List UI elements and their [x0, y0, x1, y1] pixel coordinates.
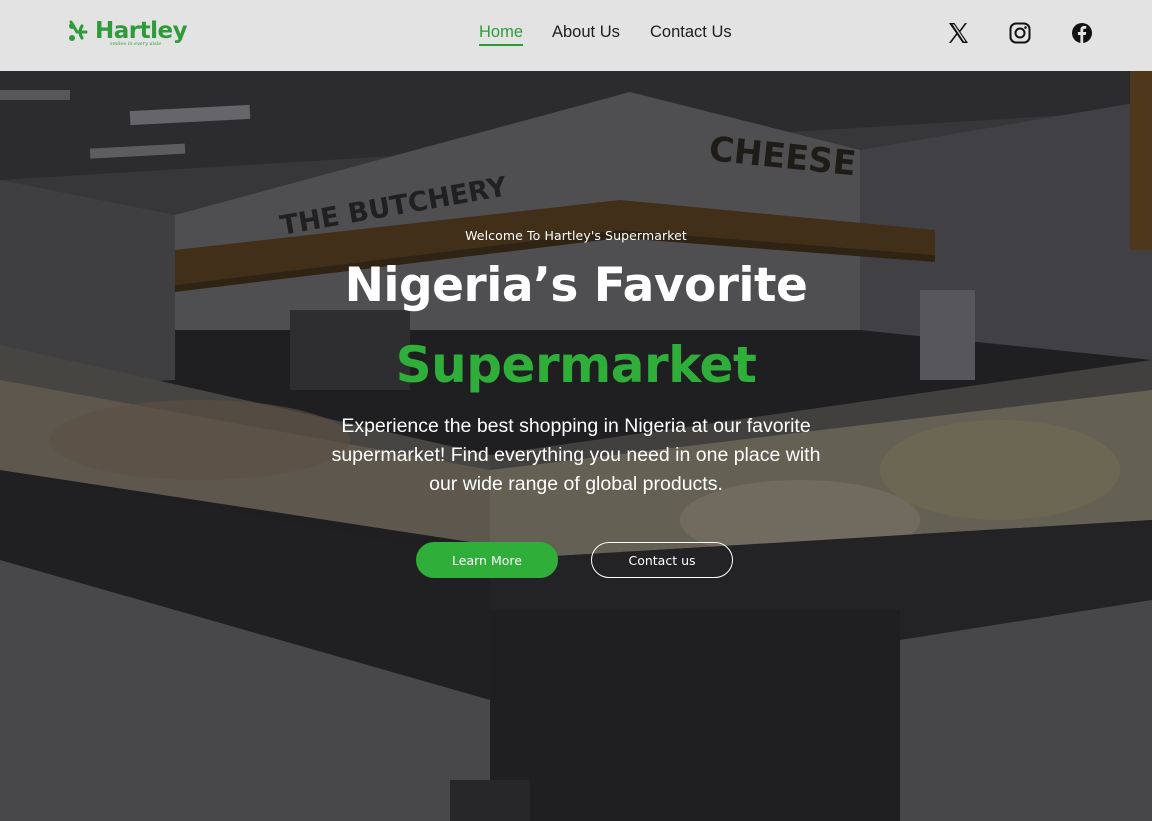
- site-header: Hartley smiles in every aisle Home About…: [0, 0, 1152, 71]
- hero-welcome-text: Welcome To Hartley's Supermarket: [465, 228, 687, 243]
- learn-more-button[interactable]: Learn More: [416, 542, 558, 578]
- cart-logo-icon: [69, 20, 88, 41]
- hero-headline-line1: Nigeria’s Favorite: [344, 258, 808, 313]
- hero-dark-overlay: [0, 0, 1152, 821]
- nav-about-us[interactable]: About Us: [552, 22, 620, 42]
- contact-us-label: Contact us: [628, 552, 696, 568]
- facebook-icon[interactable]: [1070, 21, 1094, 45]
- contact-us-button[interactable]: Contact us: [591, 542, 733, 578]
- brand-logo[interactable]: Hartley smiles in every aisle: [68, 16, 188, 50]
- instagram-icon[interactable]: [1008, 21, 1032, 45]
- hero-description: Experience the best shopping in Nigeria …: [331, 415, 821, 495]
- nav-contact-us[interactable]: Contact Us: [650, 22, 732, 42]
- hero-headline-line2: Supermarket: [395, 336, 757, 394]
- learn-more-label: Learn More: [452, 552, 522, 568]
- brand-tagline: smiles in every aisle: [110, 41, 162, 47]
- nav-home[interactable]: Home: [479, 22, 524, 46]
- x-icon[interactable]: [946, 21, 970, 45]
